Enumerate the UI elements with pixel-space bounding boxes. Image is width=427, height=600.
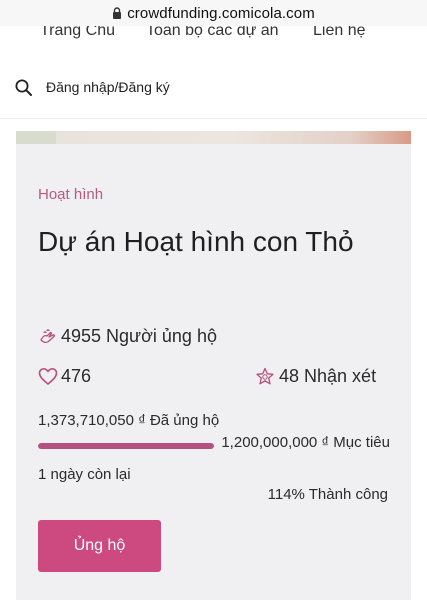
reviews-stat[interactable]: 48 Nhận xét: [255, 366, 376, 387]
likes-stat[interactable]: 476: [38, 366, 91, 387]
header-divider: [0, 118, 427, 119]
reviews-count: 48 Nhận xét: [279, 366, 377, 386]
project-category[interactable]: Hoạt hình: [38, 186, 103, 203]
hands-icon: [40, 328, 56, 343]
header-login-row: Đăng nhập/Đăng ký: [0, 72, 427, 102]
supporters-stat: 4955 Người ủng hộ: [38, 326, 217, 347]
url-text: crowdfunding.comicola.com: [127, 4, 315, 22]
heart-icon[interactable]: [38, 367, 58, 386]
search-icon[interactable]: [14, 78, 34, 98]
funding-goal: 1,200,000,000 ₫ Mục tiêu: [221, 434, 390, 451]
days-left: 1 ngày còn lại: [38, 466, 131, 483]
login-register-link[interactable]: Đăng nhập/Đăng ký: [46, 79, 170, 95]
lock-icon: [113, 7, 122, 19]
project-title: Dự án Hoạt hình con Thỏ: [38, 226, 354, 257]
project-image-strip: [16, 131, 411, 144]
amount-raised: 1,373,710,050 ₫ Đã ủng hộ: [38, 412, 220, 429]
funding-progress-bar: [38, 443, 214, 449]
supporters-count: 4955 Người ủng hộ: [61, 326, 217, 346]
funding-progress-fill: [38, 443, 214, 449]
support-button[interactable]: Ủng hộ: [38, 520, 161, 572]
likes-count: 476: [61, 366, 92, 386]
star-badge-icon: [256, 367, 274, 384]
browser-url-bar[interactable]: crowdfunding.comicola.com: [0, 0, 427, 26]
success-percent: 114% Thành công: [267, 486, 388, 503]
